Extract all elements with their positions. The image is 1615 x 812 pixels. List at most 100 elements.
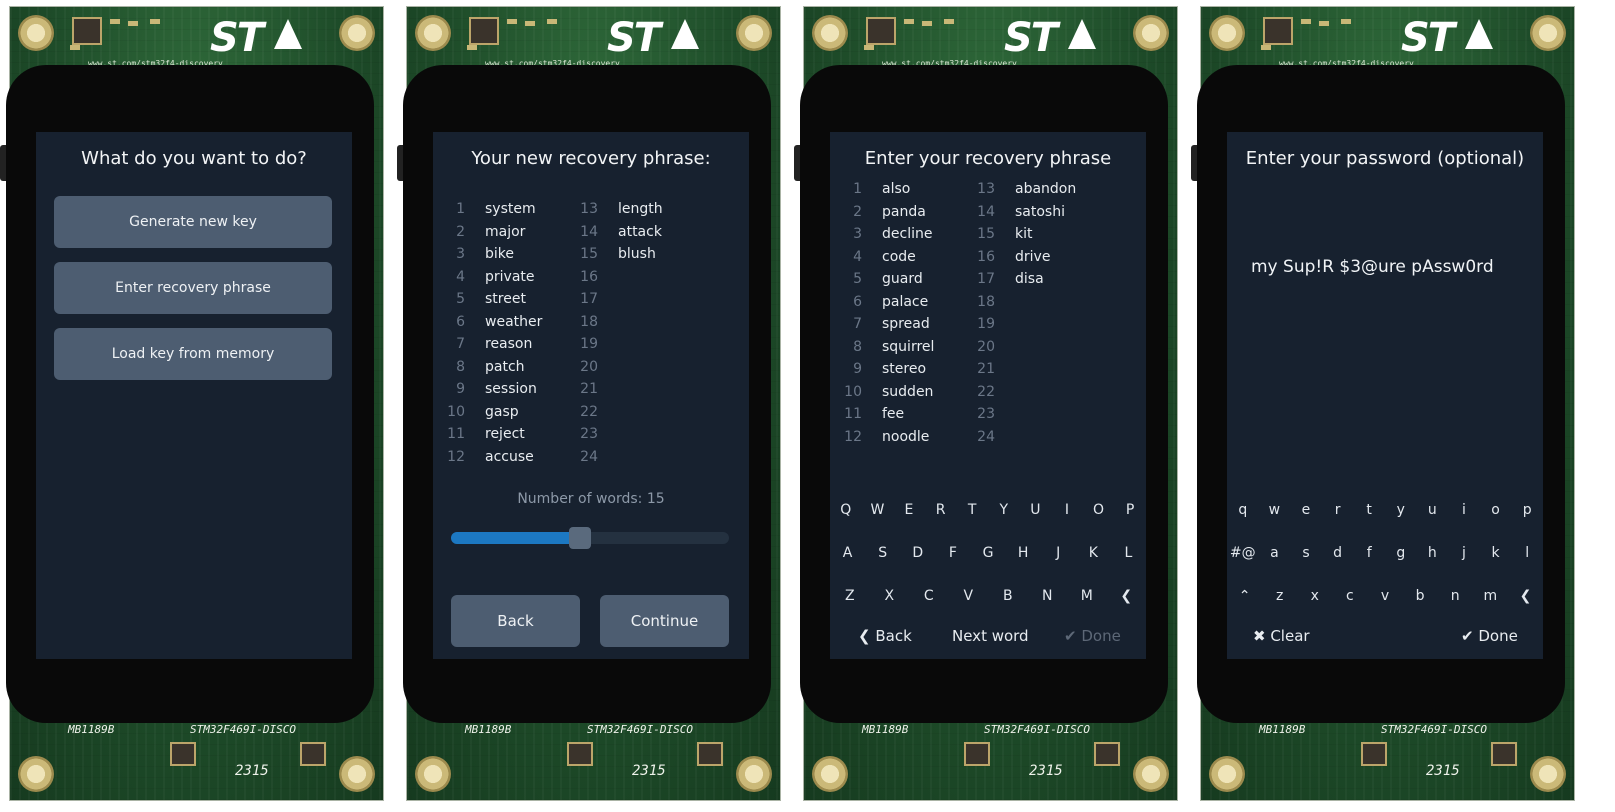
key-a[interactable]: A: [830, 542, 865, 564]
key-w[interactable]: W: [862, 499, 894, 521]
key-m[interactable]: M: [1067, 585, 1107, 607]
word-index: 7: [456, 336, 465, 353]
key-s[interactable]: s: [1290, 542, 1322, 564]
key-i[interactable]: i: [1448, 499, 1480, 521]
key-j[interactable]: J: [1041, 542, 1076, 564]
word-row: 14 satoshi: [963, 201, 1076, 224]
mount-hole: [1530, 15, 1566, 51]
slider-handle[interactable]: [569, 527, 591, 549]
word-index: 3: [853, 226, 862, 243]
key-e[interactable]: e: [1290, 499, 1322, 521]
word-index: 9: [456, 381, 465, 398]
done-button[interactable]: ✔ Done: [1064, 627, 1121, 645]
key-v[interactable]: V: [949, 585, 989, 607]
key-p[interactable]: P: [1114, 499, 1146, 521]
key-u[interactable]: u: [1417, 499, 1449, 521]
load-key-from-memory-button[interactable]: Load key from memory: [54, 328, 332, 380]
enter-recovery-phrase-button[interactable]: Enter recovery phrase: [54, 262, 332, 314]
word-count-slider[interactable]: [451, 527, 729, 549]
word-row: 23: [963, 403, 1076, 426]
key-c[interactable]: c: [1332, 585, 1367, 607]
word-index: 10: [447, 403, 465, 420]
new-phrase-title: Your new recovery phrase:: [471, 148, 711, 169]
key-v[interactable]: v: [1367, 585, 1402, 607]
key-e[interactable]: E: [893, 499, 925, 521]
key-h[interactable]: h: [1417, 542, 1449, 564]
slider-fill: [451, 532, 580, 544]
word-row: 6 palace: [830, 291, 934, 314]
key-a[interactable]: a: [1259, 542, 1291, 564]
next-word-button[interactable]: Next word: [952, 627, 1029, 645]
key-t[interactable]: t: [1353, 499, 1385, 521]
symbols-key[interactable]: #@: [1227, 542, 1259, 564]
word-index: 14: [977, 203, 995, 220]
word-index: 5: [853, 271, 862, 288]
word-row: 2 panda: [830, 201, 934, 224]
key-h[interactable]: H: [1006, 542, 1041, 564]
key-g[interactable]: g: [1385, 542, 1417, 564]
key-q[interactable]: q: [1227, 499, 1259, 521]
key-k[interactable]: K: [1076, 542, 1111, 564]
word-row: 21: [566, 378, 663, 401]
word-text: system: [485, 201, 536, 218]
key-d[interactable]: d: [1322, 542, 1354, 564]
clear-button[interactable]: ✖ Clear: [1253, 627, 1310, 645]
word-column-2: 13 abandon 14 satoshi 15 kit 16 drive 17 disa 18 19…: [963, 178, 1076, 448]
key-k[interactable]: k: [1480, 542, 1512, 564]
key-t[interactable]: T: [956, 499, 988, 521]
key-o[interactable]: O: [1083, 499, 1115, 521]
key-x[interactable]: X: [870, 585, 910, 607]
key-j[interactable]: j: [1448, 542, 1480, 564]
key-y[interactable]: y: [1385, 499, 1417, 521]
st-logo: ST: [1401, 15, 1494, 61]
generate-new-key-button[interactable]: Generate new key: [54, 196, 332, 248]
key-x[interactable]: x: [1297, 585, 1332, 607]
key-z[interactable]: Z: [830, 585, 870, 607]
key-s[interactable]: S: [865, 542, 900, 564]
key-i[interactable]: I: [1051, 499, 1083, 521]
mount-hole: [18, 15, 54, 51]
key-l[interactable]: L: [1111, 542, 1146, 564]
word-row: 9 stereo: [830, 358, 934, 381]
word-index: 17: [977, 271, 995, 288]
word-column-1: 1 also 2 panda 3 decline 4 code 5 guard 6 palace 7 sp…: [830, 178, 934, 448]
key-p[interactable]: p: [1511, 499, 1543, 521]
word-index: 21: [977, 361, 995, 378]
key-m[interactable]: m: [1473, 585, 1508, 607]
key-q[interactable]: Q: [830, 499, 862, 521]
backspace-key[interactable]: ❮: [1508, 585, 1543, 607]
word-row: 18: [963, 291, 1076, 314]
key-o[interactable]: o: [1480, 499, 1512, 521]
word-text: gasp: [485, 403, 519, 420]
key-b[interactable]: b: [1403, 585, 1438, 607]
mount-hole: [1133, 15, 1169, 51]
key-c[interactable]: C: [909, 585, 949, 607]
key-g[interactable]: G: [970, 542, 1005, 564]
key-n[interactable]: N: [1028, 585, 1068, 607]
word-index: 16: [580, 268, 598, 285]
backspace-key[interactable]: ❮: [1107, 585, 1147, 607]
key-f[interactable]: f: [1353, 542, 1385, 564]
key-l[interactable]: l: [1511, 542, 1543, 564]
key-b[interactable]: B: [988, 585, 1028, 607]
word-row: 4 private: [433, 266, 542, 289]
key-f[interactable]: F: [935, 542, 970, 564]
key-r[interactable]: R: [925, 499, 957, 521]
key-u[interactable]: U: [1020, 499, 1052, 521]
done-button[interactable]: ✔ Done: [1461, 627, 1518, 645]
key-d[interactable]: D: [900, 542, 935, 564]
key-z[interactable]: z: [1262, 585, 1297, 607]
key-y[interactable]: Y: [988, 499, 1020, 521]
word-row: 20: [963, 336, 1076, 359]
back-button[interactable]: Back: [451, 595, 580, 647]
mount-hole: [736, 756, 772, 792]
back-button[interactable]: ❮ Back: [858, 627, 912, 645]
key-r[interactable]: r: [1322, 499, 1354, 521]
key-w[interactable]: w: [1259, 499, 1291, 521]
keyboard-row-2: ASDFGHJKL: [830, 542, 1146, 564]
key-n[interactable]: n: [1438, 585, 1473, 607]
continue-button[interactable]: Continue: [600, 595, 729, 647]
password-field[interactable]: my Sup!R $3@ure pAssw0rd: [1251, 257, 1494, 277]
word-row: 3 bike: [433, 243, 542, 266]
shift-key[interactable]: ⌃: [1227, 585, 1262, 607]
